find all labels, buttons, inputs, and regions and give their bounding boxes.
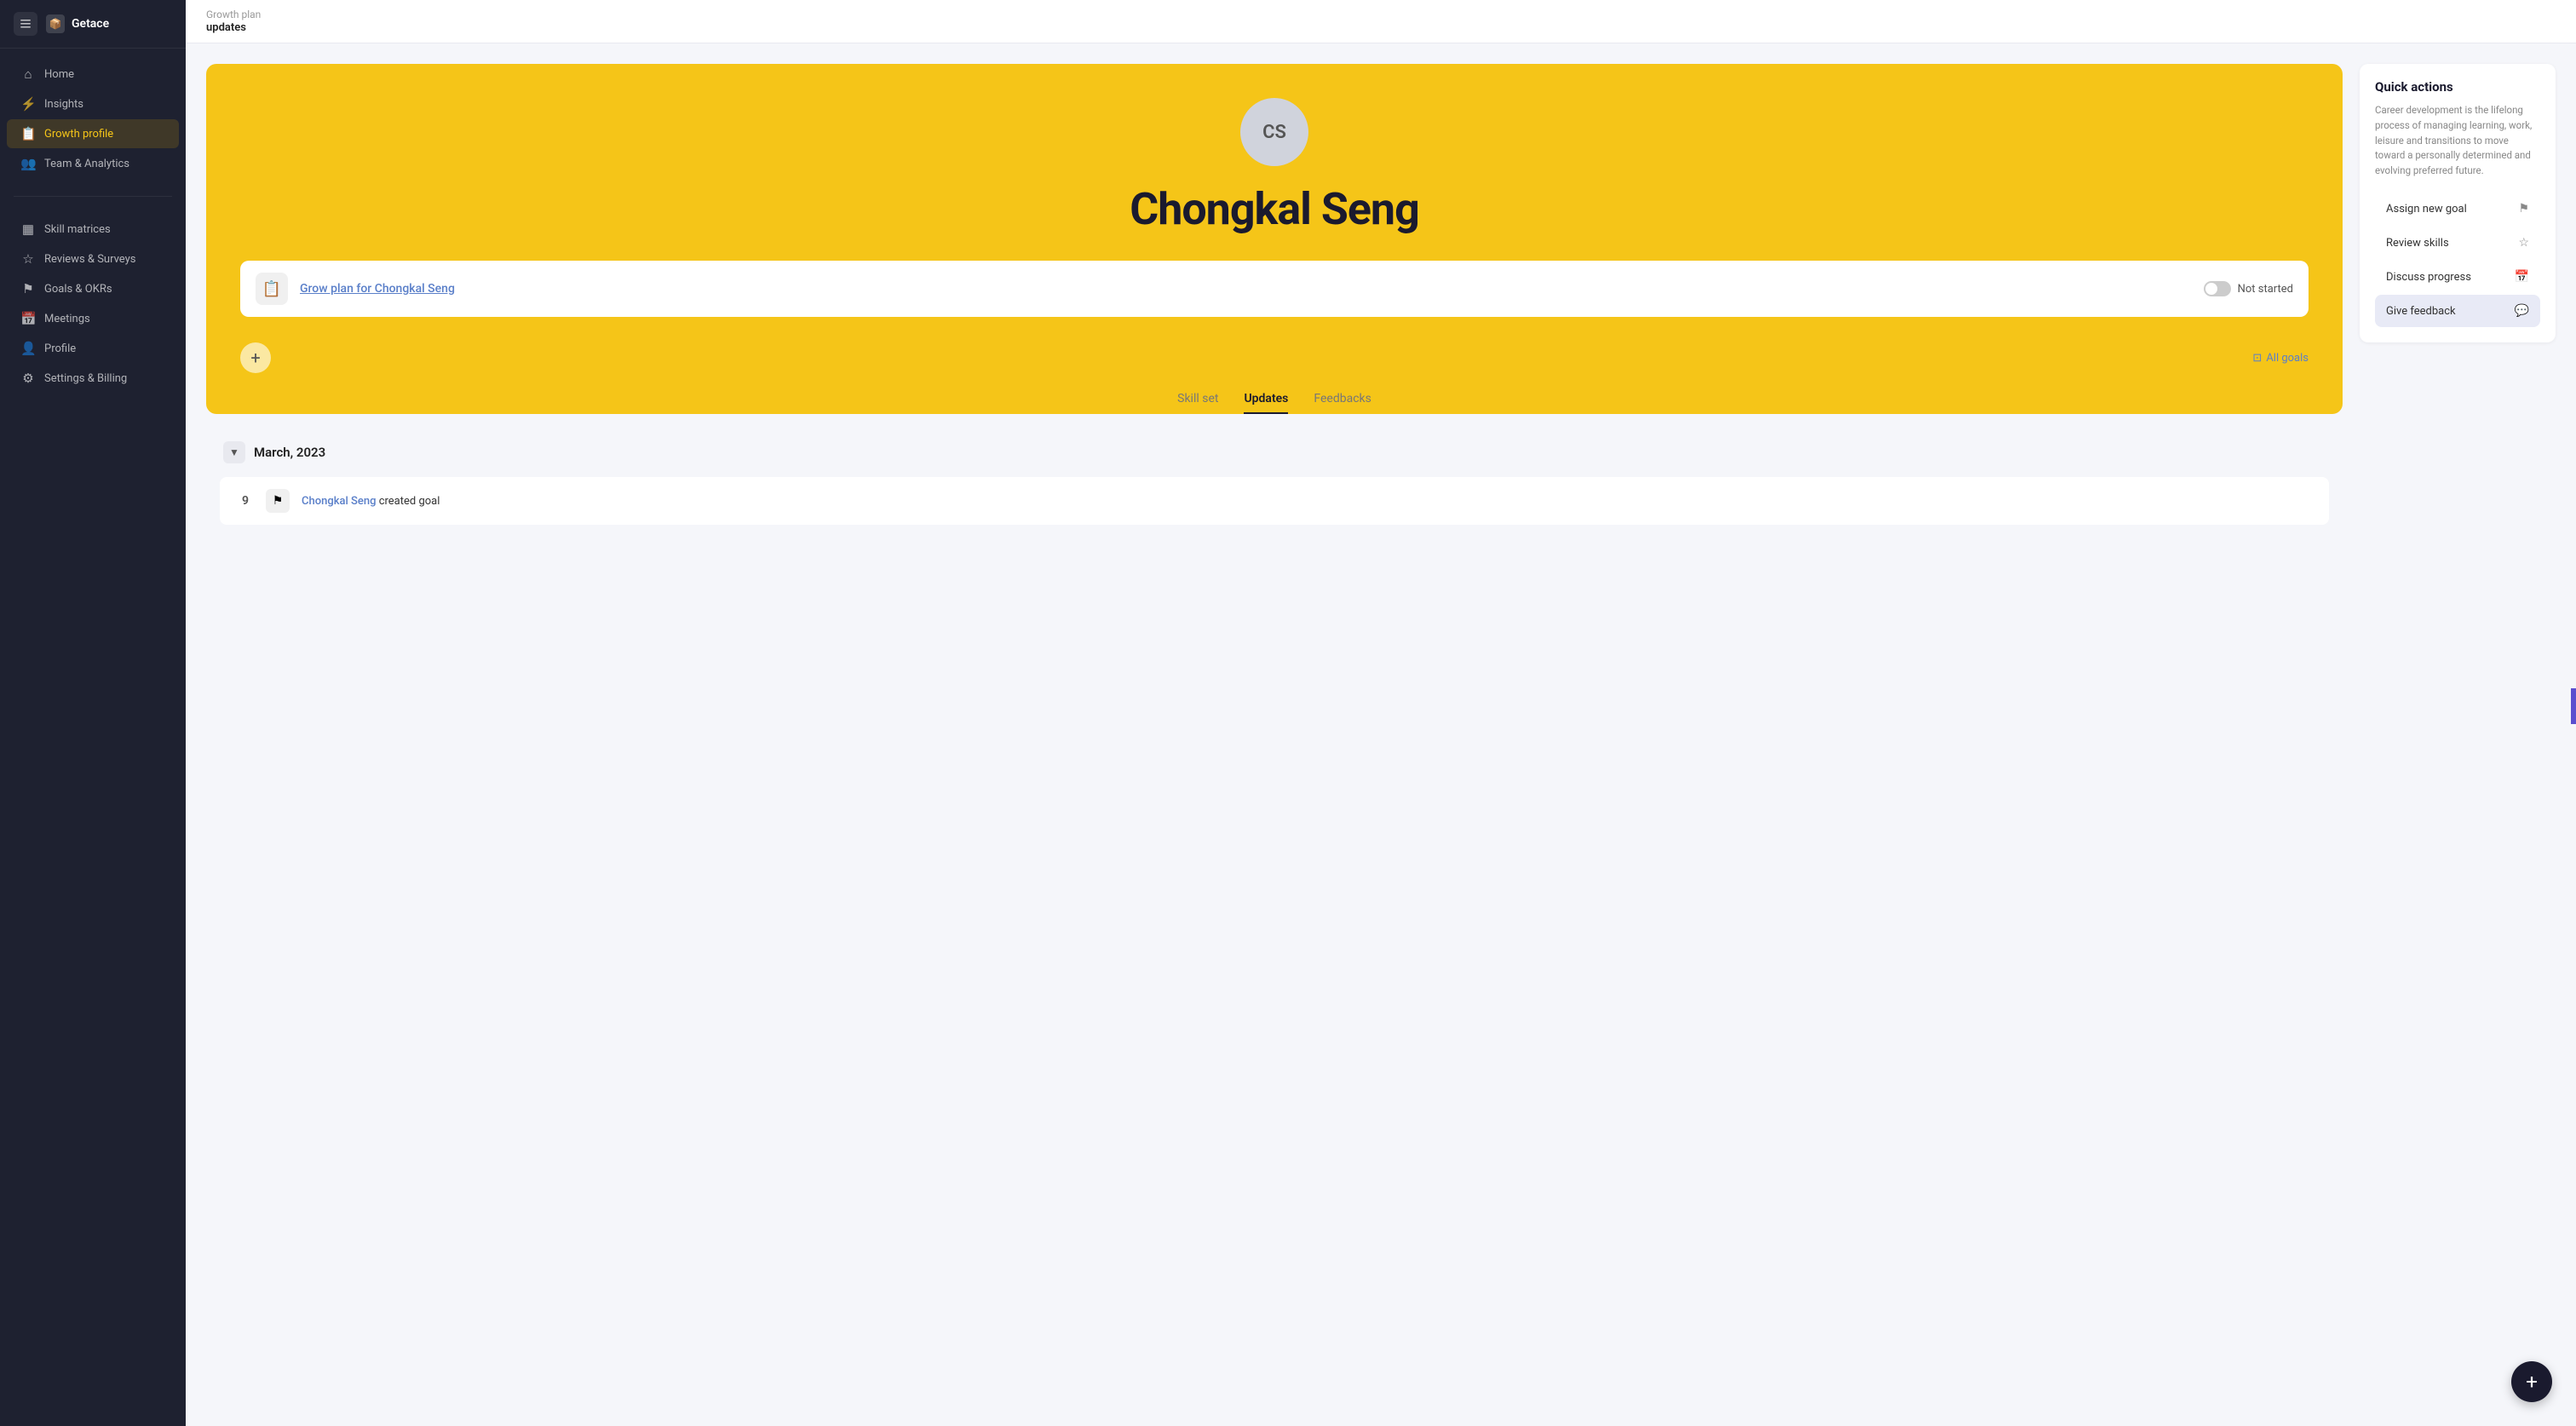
collapse-button[interactable] (14, 12, 37, 36)
profile-card-footer: + ⊡ All goals (240, 334, 2309, 382)
quick-action-discuss-progress[interactable]: Discuss progress 📅 (2375, 261, 2540, 293)
sidebar-item-goals-okrs[interactable]: ⚑ Goals & OKRs (7, 274, 179, 303)
quick-actions-card: Quick actions Career development is the … (2360, 64, 2556, 342)
tab-updates[interactable]: Updates (1244, 392, 1288, 414)
quick-actions-description: Career development is the lifelong proce… (2375, 103, 2540, 179)
quick-action-label: Give feedback (2386, 305, 2456, 318)
sidebar-item-meetings[interactable]: 📅 Meetings (7, 304, 179, 333)
profile-name: Chongkal Seng (240, 183, 2309, 235)
sidebar-item-label: Settings & Billing (44, 372, 127, 385)
sidebar-nav-secondary: ▦ Skill matrices ☆ Reviews & Surveys ⚑ G… (0, 204, 186, 404)
all-goals-link[interactable]: ⊡ All goals (2252, 352, 2309, 365)
update-user-link[interactable]: Chongkal Seng (302, 495, 376, 508)
sidebar-header: 📦 Getace (0, 0, 186, 49)
update-text: Chongkal Seng created goal (302, 495, 440, 508)
all-goals-icon: ⊡ (2252, 352, 2262, 365)
sidebar-item-growth-profile[interactable]: 📋 Growth profile (7, 119, 179, 148)
sidebar-item-label: Profile (44, 342, 76, 355)
sidebar-item-label: Meetings (44, 313, 90, 325)
feedback-side-button[interactable]: Feedback (2571, 688, 2576, 724)
quick-action-label: Assign new goal (2386, 203, 2467, 216)
assign-goal-icon: ⚑ (2518, 202, 2529, 216)
content-area: CS Chongkal Seng 📋 Grow plan for Chongka… (186, 43, 2576, 1426)
growth-profile-icon: 📋 (20, 126, 36, 141)
sidebar-item-label: Goals & OKRs (44, 283, 112, 296)
avatar: CS (1240, 98, 1308, 166)
sidebar-item-insights[interactable]: ⚡ Insights (7, 89, 179, 118)
tabs-row: Skill set Updates Feedbacks (240, 382, 2309, 414)
reviews-icon: ☆ (20, 251, 36, 267)
add-goal-button[interactable]: + (240, 342, 271, 373)
update-action: created goal (376, 495, 440, 508)
quick-action-label: Discuss progress (2386, 271, 2471, 284)
meetings-icon: 📅 (20, 311, 36, 326)
profile-icon: 👤 (20, 341, 36, 356)
sidebar-item-team-analytics[interactable]: 👥 Team & Analytics (7, 149, 179, 178)
quick-action-assign-new-goal[interactable]: Assign new goal ⚑ (2375, 193, 2540, 225)
sidebar-item-skill-matrices[interactable]: ▦ Skill matrices (7, 215, 179, 244)
quick-action-label: Review skills (2386, 237, 2449, 250)
tab-feedbacks[interactable]: Feedbacks (1314, 392, 1371, 414)
update-entry: 9 ⚑ Chongkal Seng created goal (220, 477, 2329, 525)
sidebar-item-label: Team & Analytics (44, 158, 129, 170)
fab-button[interactable]: + (2511, 1361, 2552, 1402)
month-label: March, 2023 (254, 445, 325, 460)
status-label: Not started (2238, 283, 2293, 296)
review-skills-icon: ☆ (2518, 236, 2529, 250)
sidebar-divider-1 (14, 196, 172, 197)
sidebar: 📦 Getace ⌂ Home ⚡ Insights 📋 Growth prof… (0, 0, 186, 1426)
sidebar-item-label: Reviews & Surveys (44, 253, 135, 266)
sidebar-item-label: Growth profile (44, 128, 113, 141)
update-day: 9 (237, 494, 254, 508)
update-goal-icon: ⚑ (266, 489, 290, 513)
skill-matrices-icon: ▦ (20, 221, 36, 237)
breadcrumb-current: updates (206, 21, 2556, 34)
sidebar-item-label: Skill matrices (44, 223, 111, 236)
give-feedback-icon: 💬 (2515, 304, 2529, 318)
app-name: Getace (72, 17, 109, 31)
quick-action-give-feedback[interactable]: Give feedback 💬 (2375, 295, 2540, 327)
sidebar-item-label: Home (44, 68, 74, 81)
growth-plan-link[interactable]: Grow plan for Chongkal Seng (300, 282, 2204, 296)
home-icon: ⌂ (20, 66, 36, 82)
fab-icon: + (2526, 1370, 2538, 1394)
app-logo: 📦 Getace (46, 14, 109, 33)
tab-skill-set[interactable]: Skill set (1177, 392, 1218, 414)
topbar: Growth plan updates (186, 0, 2576, 43)
settings-icon: ⚙ (20, 371, 36, 386)
goals-icon: ⚑ (20, 281, 36, 296)
status-toggle: Not started (2204, 281, 2293, 296)
insights-icon: ⚡ (20, 96, 36, 112)
month-collapse-button[interactable]: ▼ (223, 441, 245, 463)
quick-action-review-skills[interactable]: Review skills ☆ (2375, 227, 2540, 259)
logo-icon: 📦 (46, 14, 65, 33)
right-panel: Quick actions Career development is the … (2360, 64, 2556, 1406)
toggle-switch[interactable] (2204, 281, 2231, 296)
sidebar-item-home[interactable]: ⌂ Home (7, 60, 179, 89)
month-header: ▼ March, 2023 (206, 428, 2343, 477)
profile-card: CS Chongkal Seng 📋 Grow plan for Chongka… (206, 64, 2343, 414)
growth-plan-row: 📋 Grow plan for Chongkal Seng Not starte… (240, 261, 2309, 317)
breadcrumb-parent: Growth plan (206, 9, 2556, 20)
main-content: Growth plan updates CS Chongkal Seng 📋 G… (186, 0, 2576, 1426)
sidebar-nav-primary: ⌂ Home ⚡ Insights 📋 Growth profile 👥 Tea… (0, 49, 186, 189)
team-analytics-icon: 👥 (20, 156, 36, 171)
quick-actions-title: Quick actions (2375, 79, 2540, 95)
sidebar-item-label: Insights (44, 98, 83, 111)
updates-section: ▼ March, 2023 9 ⚑ Chongkal Seng created … (206, 428, 2343, 535)
sidebar-item-settings-billing[interactable]: ⚙ Settings & Billing (7, 364, 179, 393)
sidebar-item-reviews-surveys[interactable]: ☆ Reviews & Surveys (7, 244, 179, 273)
discuss-progress-icon: 📅 (2515, 270, 2529, 284)
growth-plan-icon: 📋 (256, 273, 288, 305)
main-panel: CS Chongkal Seng 📋 Grow plan for Chongka… (206, 64, 2343, 1406)
sidebar-item-profile[interactable]: 👤 Profile (7, 334, 179, 363)
